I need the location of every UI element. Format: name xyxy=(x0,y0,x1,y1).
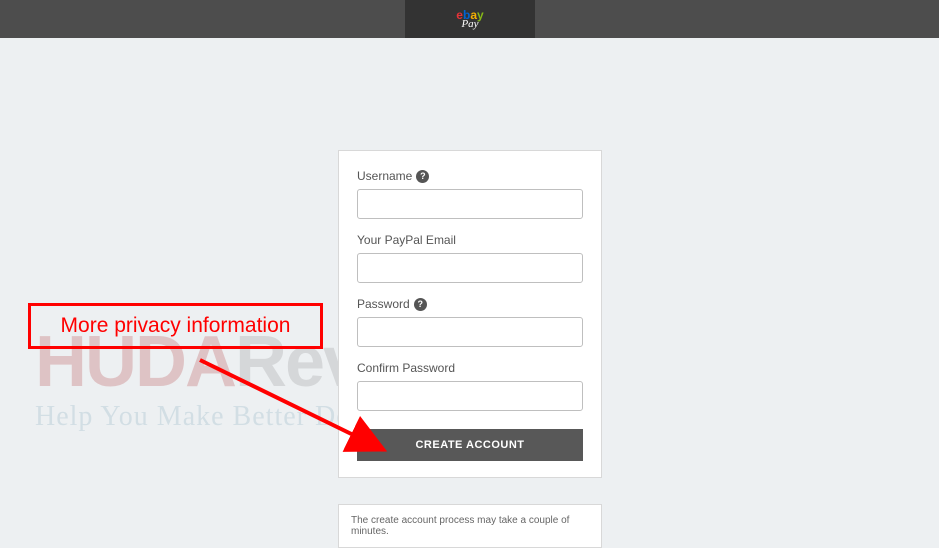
help-icon[interactable]: ? xyxy=(416,170,429,183)
paypal-label-text: Your PayPal Email xyxy=(357,233,456,247)
confirm-password-group: Confirm Password xyxy=(357,361,583,411)
password-group: Password ? xyxy=(357,297,583,347)
process-notice: The create account process may take a co… xyxy=(338,504,602,548)
username-label: Username ? xyxy=(357,169,583,183)
password-label: Password ? xyxy=(357,297,583,311)
confirm-password-label-text: Confirm Password xyxy=(357,361,455,375)
username-group: Username ? xyxy=(357,169,583,219)
logo-pay: Pay xyxy=(461,19,478,30)
create-account-form: Username ? Your PayPal Email Password ? … xyxy=(338,150,602,478)
username-label-text: Username xyxy=(357,169,412,183)
password-input[interactable] xyxy=(357,317,583,347)
password-label-text: Password xyxy=(357,297,410,311)
top-bar: ebay Pay xyxy=(0,0,939,38)
paypal-label: Your PayPal Email xyxy=(357,233,583,247)
logo: ebay Pay xyxy=(405,0,535,38)
help-icon[interactable]: ? xyxy=(414,298,427,311)
create-account-button[interactable]: CREATE ACCOUNT xyxy=(357,429,583,461)
confirm-password-input[interactable] xyxy=(357,381,583,411)
confirm-password-label: Confirm Password xyxy=(357,361,583,375)
annotation-text: More privacy information xyxy=(61,314,291,338)
username-input[interactable] xyxy=(357,189,583,219)
paypal-email-input[interactable] xyxy=(357,253,583,283)
paypal-group: Your PayPal Email xyxy=(357,233,583,283)
annotation-callout: More privacy information xyxy=(28,303,323,349)
